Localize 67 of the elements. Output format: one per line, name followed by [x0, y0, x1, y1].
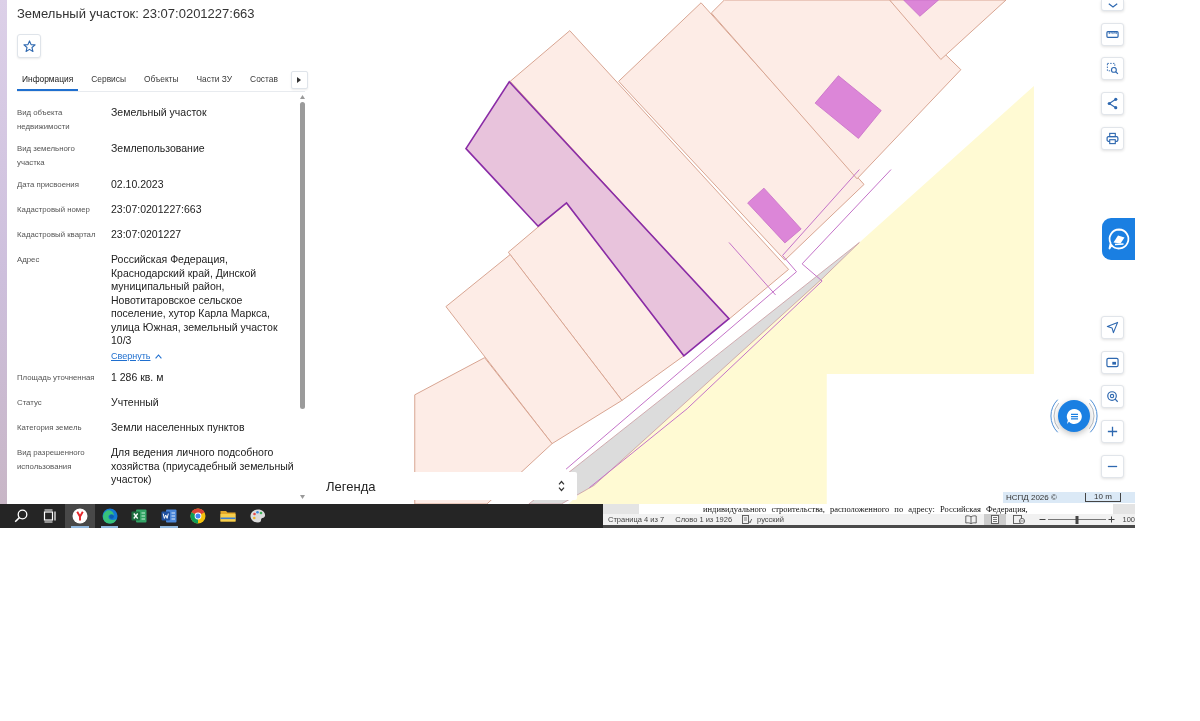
view-mode-button[interactable]	[984, 514, 1007, 525]
zoom-in-button[interactable]	[1101, 420, 1124, 444]
locate-button[interactable]	[1101, 316, 1124, 339]
field-value: 23:07:0201227	[111, 228, 182, 242]
share-icon	[1106, 97, 1119, 111]
tab[interactable]: Сервисы	[86, 68, 131, 91]
spreadsheet-icon	[131, 508, 148, 524]
print-icon	[1106, 131, 1119, 145]
palette-icon	[249, 508, 266, 524]
area-search-button[interactable]	[1101, 57, 1124, 81]
chat-icon	[1065, 407, 1083, 425]
folder-icon	[219, 508, 236, 524]
plus-icon[interactable]	[1108, 516, 1116, 523]
field-value: Учтенный	[111, 396, 159, 410]
field-value: Земли населенных пунктов	[111, 421, 245, 435]
building	[747, 187, 802, 244]
field-value: Землепользование	[111, 142, 205, 156]
layers-icon	[1107, 3, 1118, 8]
favorite-button[interactable]	[17, 34, 41, 58]
feedback-tab[interactable]	[1102, 218, 1135, 260]
tab[interactable]: Части ЗУ	[191, 68, 238, 91]
search-icon	[12, 508, 29, 524]
geo-search-button[interactable]	[1101, 385, 1124, 409]
chat-button[interactable]	[1058, 400, 1090, 432]
browser-icon	[190, 508, 207, 524]
measure-button[interactable]	[1101, 22, 1124, 46]
minus-icon[interactable]	[1039, 516, 1047, 523]
document-text: индивидуального строительства, расположенного по адресу: Российская Федерация,	[703, 504, 1029, 514]
browser-icon	[72, 508, 88, 524]
building	[814, 75, 882, 139]
tabs-scroll-button[interactable]	[290, 70, 308, 89]
task-view-icon	[42, 508, 59, 524]
up-down-chevron-icon	[558, 480, 565, 492]
field-value: Для ведения личного подсобного хозяйства (приусадебный земельный участок)	[111, 446, 294, 487]
field-value: Российская Федерация, Краснодарский край, Динской муниципальный район, Новотитаровское сельское поселение, хутор Карла Маркса, улица Южная, земельный участок 10/3	[111, 253, 278, 348]
scroll-up-icon	[300, 95, 305, 99]
minimap-button[interactable]	[1101, 350, 1124, 374]
area-search-icon	[1106, 62, 1119, 76]
navigation-arrow-icon	[1106, 321, 1119, 334]
layers-button[interactable]	[1101, 0, 1124, 11]
field-value: 23:07:0201227:663	[111, 203, 202, 217]
tab[interactable]: Объекты	[139, 68, 184, 91]
plus-icon	[1106, 425, 1119, 439]
building	[903, 0, 939, 17]
tab[interactable]: Состав	[245, 68, 283, 91]
scale-bar: 10 m	[1085, 493, 1121, 502]
tab[interactable]: Информация	[17, 68, 79, 91]
field-value: 02.10.2023	[111, 178, 164, 192]
zoom-slider-thumb[interactable]	[1076, 515, 1079, 524]
browser-icon	[101, 508, 118, 524]
collapse-link[interactable]: Свернуть	[111, 349, 163, 363]
document-icon	[160, 508, 177, 524]
star-icon	[22, 39, 36, 53]
caret-right-icon	[297, 76, 302, 83]
map-attribution: НСПД 2026 ©	[1006, 492, 1057, 503]
field-value: Земельный участок	[111, 106, 207, 120]
proofing-book-icon[interactable]	[742, 515, 753, 524]
scrollbar-thumb[interactable]	[300, 102, 305, 409]
speech-logo-icon	[1106, 227, 1131, 251]
picture-in-picture-icon	[1106, 355, 1119, 369]
location-target-icon	[1106, 390, 1119, 404]
parcel-title: Земельный участок: 23:07:0201227:663	[17, 5, 256, 22]
browser-taskbar-button[interactable]	[65, 504, 95, 528]
share-button[interactable]	[1101, 92, 1124, 116]
print-button[interactable]	[1101, 126, 1124, 150]
scroll-down-icon	[300, 495, 305, 499]
field-value: 1 286 кв. м	[111, 371, 164, 385]
